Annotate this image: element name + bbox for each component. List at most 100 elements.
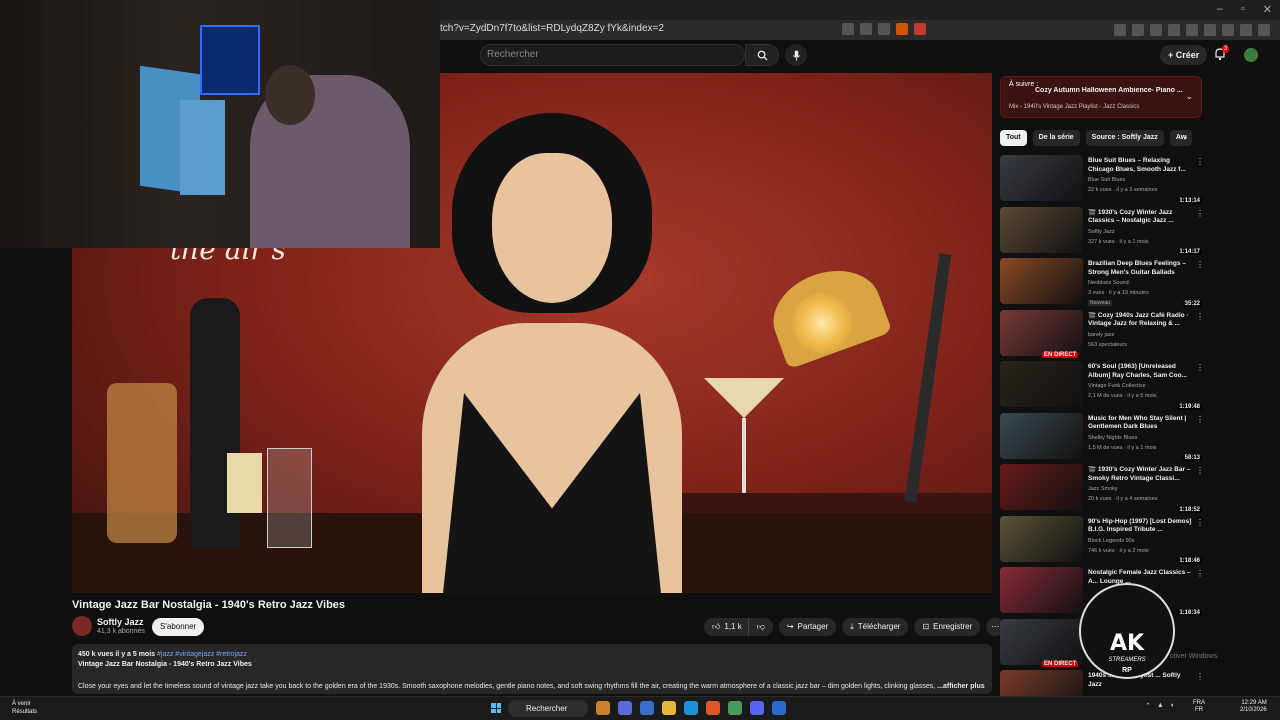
leo-icon[interactable] xyxy=(1240,24,1252,36)
speaker-icon[interactable]: ◖ xyxy=(1170,702,1174,710)
more-vertical-icon[interactable]: ⋮ xyxy=(1196,363,1204,372)
video-thumbnail[interactable] xyxy=(1000,515,1083,562)
extension-icon[interactable] xyxy=(1168,24,1180,36)
share-icon[interactable] xyxy=(860,23,872,35)
video-thumbnail[interactable] xyxy=(1000,258,1083,304)
chrome-icon[interactable] xyxy=(728,701,742,715)
extension-icon[interactable] xyxy=(1132,24,1144,36)
video-thumbnail[interactable] xyxy=(1000,206,1083,253)
url-field[interactable]: tch?v=ZydDn7f7to&list=RDLydqZ8Zy fYk&ind… xyxy=(440,23,664,34)
extension-icon[interactable] xyxy=(1114,24,1126,36)
weather-widget[interactable]: À venir Résultats xyxy=(12,700,37,716)
maximize-icon[interactable]: ▫ xyxy=(1241,3,1245,16)
recommendation-channel[interactable]: Block Legends 90s xyxy=(1088,538,1134,544)
more-vertical-icon[interactable]: ⋮ xyxy=(1196,466,1204,475)
hashtags[interactable]: #jazz #vintagejazz #retrojazz xyxy=(157,651,247,658)
chip-source[interactable]: Source : Softly Jazz xyxy=(1085,130,1164,146)
video-thumbnail[interactable] xyxy=(1000,361,1083,407)
install-icon[interactable] xyxy=(842,23,854,35)
more-vertical-icon[interactable]: ⋮ xyxy=(1196,260,1204,269)
recommendation-title[interactable]: 🎬 Cozy 1940s Jazz Café Radio · Vintage J… xyxy=(1088,312,1192,329)
video-description[interactable]: 450 k vues il y a 5 mois #jazz #vintagej… xyxy=(72,644,992,694)
file-explorer-icon[interactable] xyxy=(662,701,676,715)
recommendation-channel[interactable]: Shelby Nights Blues xyxy=(1088,435,1137,441)
music-icon[interactable] xyxy=(1150,24,1162,36)
taskbar-search[interactable]: Rechercher xyxy=(508,700,588,717)
more-vertical-icon[interactable]: ⋮ xyxy=(1196,518,1204,527)
recommendation-title[interactable]: Brazilian Deep Blues Feelings – Strong M… xyxy=(1088,260,1192,277)
video-thumbnail[interactable] xyxy=(1000,464,1083,510)
recommendation-channel[interactable]: Vintage Funk Collective xyxy=(1088,383,1146,389)
dislike-button[interactable]: 👎︎ xyxy=(747,618,773,636)
like-button[interactable]: 👍︎ 1,1 k xyxy=(704,618,748,636)
search-button[interactable] xyxy=(745,44,779,66)
recommendation-title[interactable]: 🎬 1930's Cozy Winter Jazz Bar – Smoky Re… xyxy=(1088,466,1192,483)
sidebar-icon[interactable] xyxy=(1186,24,1198,36)
wallet-icon[interactable] xyxy=(1204,24,1216,36)
brave-icon[interactable] xyxy=(706,701,720,715)
search-input[interactable]: Rechercher xyxy=(480,44,745,66)
discord-icon[interactable] xyxy=(750,701,764,715)
more-vertical-icon[interactable]: ⋮ xyxy=(1196,209,1204,218)
recommendation-title[interactable]: Music for Men Who Stay Silent | Gentleme… xyxy=(1088,415,1192,432)
more-vertical-icon[interactable]: ⋮ xyxy=(1196,672,1204,681)
recommendation-title[interactable]: Blue Suit Blues – Relaxing Chicago Blues… xyxy=(1088,157,1192,174)
more-vertical-icon[interactable]: ⋮ xyxy=(1196,415,1204,424)
account-avatar[interactable] xyxy=(1244,48,1258,62)
language-indicator[interactable]: FRA FR xyxy=(1193,700,1205,714)
video-thumbnail[interactable] xyxy=(1000,567,1083,613)
video-thumbnail[interactable] xyxy=(1000,155,1083,201)
chevron-up-icon[interactable]: ⌃ xyxy=(1145,702,1151,710)
copilot-icon[interactable] xyxy=(618,701,632,715)
brave-shield-icon[interactable] xyxy=(896,23,908,35)
share-button[interactable]: ↪ Partager xyxy=(778,618,837,636)
show-more-link[interactable]: ...afficher plus xyxy=(937,683,984,690)
channel-name[interactable]: Softly Jazz xyxy=(97,617,144,627)
recommendation-item[interactable]: 35:22 Brazilian Deep Blues Feelings – Str… xyxy=(1000,258,1205,310)
video-thumbnail[interactable] xyxy=(1000,412,1083,459)
recommendation-item[interactable]: EN DIRECT 🎬 Cozy 1940s Jazz Café Radio · … xyxy=(1000,309,1205,362)
more-vertical-icon[interactable]: ⋮ xyxy=(1196,569,1204,578)
chip-series[interactable]: De la série xyxy=(1032,130,1080,146)
recommendation-title[interactable]: 🎬 1930's Cozy Winter Jazz Classics – Nos… xyxy=(1088,209,1192,226)
close-icon[interactable]: ✕ xyxy=(1263,3,1272,16)
more-vertical-icon[interactable]: ⋮ xyxy=(1196,157,1204,166)
recommendation-channel[interactable]: Neoblues Sound xyxy=(1088,280,1129,286)
save-button[interactable]: ⊡ Enregistrer xyxy=(914,618,981,636)
chevron-down-icon[interactable]: ⌄ xyxy=(1185,91,1193,102)
recommendation-channel[interactable]: Jazz Smoky xyxy=(1088,486,1118,492)
network-icon[interactable]: ▲ xyxy=(1157,702,1164,710)
recommendation-title[interactable]: Nostalgic Female Jazz Classics – A... Lo… xyxy=(1088,569,1192,586)
extension-icon[interactable] xyxy=(1222,24,1234,36)
taskbar-clock[interactable]: 12:29 AM 2/10/2026 xyxy=(1240,700,1267,714)
notepad-icon[interactable] xyxy=(772,701,786,715)
recommendation-channel[interactable]: Blue Suit Blues xyxy=(1088,177,1125,183)
recommendation-channel[interactable]: barely jazz xyxy=(1088,332,1114,338)
download-button[interactable]: ⤓ Télécharger xyxy=(842,618,909,636)
voice-search-button[interactable] xyxy=(785,44,807,66)
chevron-right-icon[interactable]: › xyxy=(1184,132,1187,143)
recommendation-item[interactable]: 1:13:14 Blue Suit Blues – Relaxing Chicag… xyxy=(1000,155,1205,207)
video-thumbnail[interactable] xyxy=(1000,309,1083,356)
recommendation-item[interactable]: 1:18:46 90's Hip-Hop (1997) [Lost Demos] … xyxy=(1000,515,1205,568)
store-icon[interactable] xyxy=(640,701,654,715)
menu-icon[interactable] xyxy=(1258,24,1270,36)
windows-start-icon[interactable] xyxy=(491,703,501,713)
widgets-icon[interactable] xyxy=(596,701,610,715)
chip-more[interactable]: Aw xyxy=(1169,130,1193,146)
recommendation-item[interactable]: 1:18:52 🎬 1930's Cozy Winter Jazz Bar – S… xyxy=(1000,464,1205,516)
brave-rewards-icon[interactable] xyxy=(914,23,926,35)
video-thumbnail[interactable] xyxy=(1000,618,1083,665)
recommendation-item[interactable]: 58:13 Music for Men Who Stay Silent | Gen… xyxy=(1000,412,1205,465)
up-next-panel[interactable]: À suivre : Cozy Autumn Halloween Ambienc… xyxy=(1000,76,1202,118)
bookmark-icon[interactable] xyxy=(878,23,890,35)
more-vertical-icon[interactable]: ⋮ xyxy=(1196,312,1204,321)
channel-avatar[interactable] xyxy=(72,616,92,636)
recommendation-title[interactable]: 60's Soul (1963) [Unreleased Album] Ray … xyxy=(1088,363,1192,380)
subscribe-button[interactable]: S'abonner xyxy=(152,618,205,636)
recommendation-channel[interactable]: Softly Jazz xyxy=(1088,229,1115,235)
minimize-icon[interactable]: – xyxy=(1217,3,1223,16)
create-button[interactable]: + Créer xyxy=(1160,45,1208,65)
recommendation-item[interactable]: 1:19:48 60's Soul (1963) [Unreleased Albu… xyxy=(1000,361,1205,413)
recommendation-item[interactable]: 1:14:17 🎬 1930's Cozy Winter Jazz Classic… xyxy=(1000,206,1205,259)
